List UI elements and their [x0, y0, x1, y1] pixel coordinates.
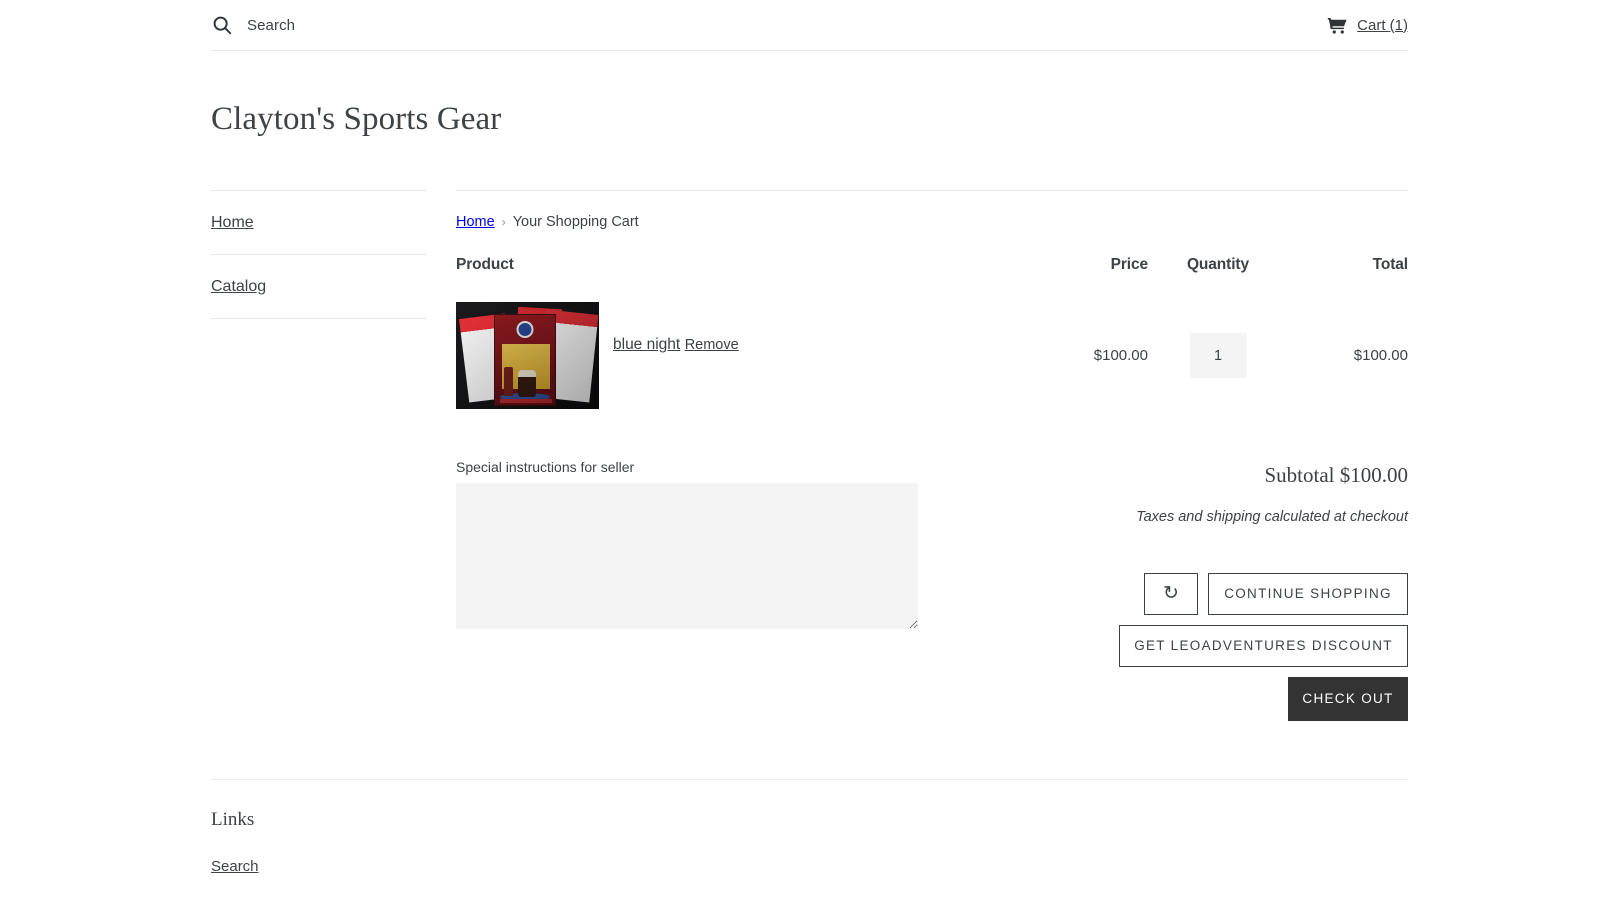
continue-shopping-button[interactable]: CONTINUE SHOPPING [1208, 573, 1408, 615]
sidebar-item-label: Home [211, 214, 254, 231]
shopping-cart-icon [1327, 17, 1348, 34]
refresh-icon: ↻ [1163, 582, 1179, 605]
breadcrumb-current: Your Shopping Cart [513, 214, 639, 230]
special-instructions-input[interactable] [456, 483, 918, 629]
cart-table-body: blue night Remove $100.00 $100.00 [456, 284, 1408, 409]
sidebar-item-label: Catalog [211, 278, 266, 295]
search-label[interactable]: Search [247, 17, 295, 34]
sidebar-item-catalog[interactable]: Catalog [211, 254, 427, 319]
sidebar-item-home[interactable]: Home [211, 190, 427, 254]
cart-item-product-cell: blue night Remove [456, 284, 998, 409]
cart-footer-section: Special instructions for seller Subtotal… [456, 459, 1408, 721]
breadcrumb-separator-icon: › [502, 215, 506, 229]
cart-label: Cart (1) [1357, 17, 1408, 34]
subtotal-line: Subtotal $100.00 [1119, 465, 1408, 486]
store-title[interactable]: Clayton's Sports Gear [211, 100, 501, 140]
cart-header-row: Product Price Quantity Total [456, 256, 1408, 284]
cart-table-head: Product Price Quantity Total [456, 256, 1408, 284]
tax-shipping-note: Taxes and shipping calculated at checkou… [1119, 510, 1408, 525]
main-content: Home › Your Shopping Cart Product Price … [456, 190, 1408, 721]
product-title[interactable]: blue night [613, 336, 680, 353]
shopping-cart-page: Search Cart (1) Clayton's Sports Gear Ho… [0, 0, 1600, 900]
special-instructions-group: Special instructions for seller [456, 459, 918, 721]
footer-heading: Links [211, 810, 1408, 829]
column-header-product: Product [456, 256, 998, 284]
cart-table: Product Price Quantity Total [456, 256, 1408, 409]
cart-action-row-discount: GET LEOADVENTURES DISCOUNT [1119, 625, 1408, 667]
update-cart-button[interactable]: ↻ [1144, 573, 1198, 615]
cart-item-price: $100.00 [998, 284, 1148, 409]
breadcrumb: Home › Your Shopping Cart [456, 191, 1408, 230]
quantity-input[interactable] [1190, 333, 1247, 378]
column-header-total: Total [1288, 256, 1408, 284]
check-out-button[interactable]: CHECK OUT [1288, 677, 1408, 721]
cart-item-quantity-cell [1148, 284, 1288, 409]
search-control[interactable]: Search [211, 14, 295, 36]
search-icon[interactable] [211, 14, 233, 36]
column-header-price: Price [998, 256, 1148, 284]
product-thumbnail[interactable] [456, 302, 599, 409]
special-instructions-label: Special instructions for seller [456, 459, 918, 475]
site-footer: Links Search [211, 779, 1408, 875]
cart-action-row-primary: ↻ CONTINUE SHOPPING [1119, 573, 1408, 615]
cart-totals: Subtotal $100.00 Taxes and shipping calc… [1119, 459, 1408, 721]
site-header: Search Cart (1) [211, 0, 1408, 51]
cart-action-row-checkout: CHECK OUT [1119, 677, 1408, 721]
sidebar-nav: Home Catalog [211, 190, 427, 319]
table-row: blue night Remove $100.00 $100.00 [456, 284, 1408, 409]
cart-link[interactable]: Cart (1) [1327, 17, 1408, 34]
get-discount-button[interactable]: GET LEOADVENTURES DISCOUNT [1119, 625, 1408, 667]
breadcrumb-home[interactable]: Home [456, 214, 495, 230]
remove-item-link[interactable]: Remove [685, 337, 739, 353]
column-header-quantity: Quantity [1148, 256, 1288, 284]
cart-item-total: $100.00 [1288, 284, 1408, 409]
footer-link-search[interactable]: Search [211, 858, 1408, 875]
